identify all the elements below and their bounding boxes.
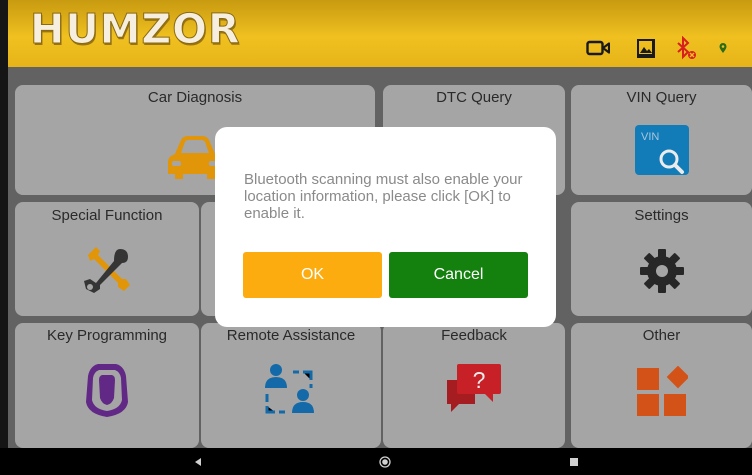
recents-icon[interactable] <box>562 448 586 475</box>
location-icon <box>716 35 730 61</box>
cancel-button[interactable]: Cancel <box>389 252 528 298</box>
image-icon <box>635 35 657 61</box>
video-camera-icon <box>585 35 611 61</box>
dialog-message: Bluetooth scanning must also enable your… <box>244 171 523 222</box>
ok-button[interactable]: OK <box>243 252 382 298</box>
home-icon[interactable] <box>373 448 397 475</box>
left-edge-bar <box>0 0 8 448</box>
app-header: HUMZOR <box>8 0 752 67</box>
back-icon[interactable] <box>186 448 210 475</box>
app-logo: HUMZOR <box>30 5 241 54</box>
bluetooth-location-dialog: Bluetooth scanning must also enable your… <box>215 127 556 327</box>
screen: HUMZOR Car Diagnosis DTC Query VIN Query… <box>0 0 752 475</box>
bluetooth-off-icon <box>672 35 698 61</box>
system-nav-bar <box>0 448 752 475</box>
